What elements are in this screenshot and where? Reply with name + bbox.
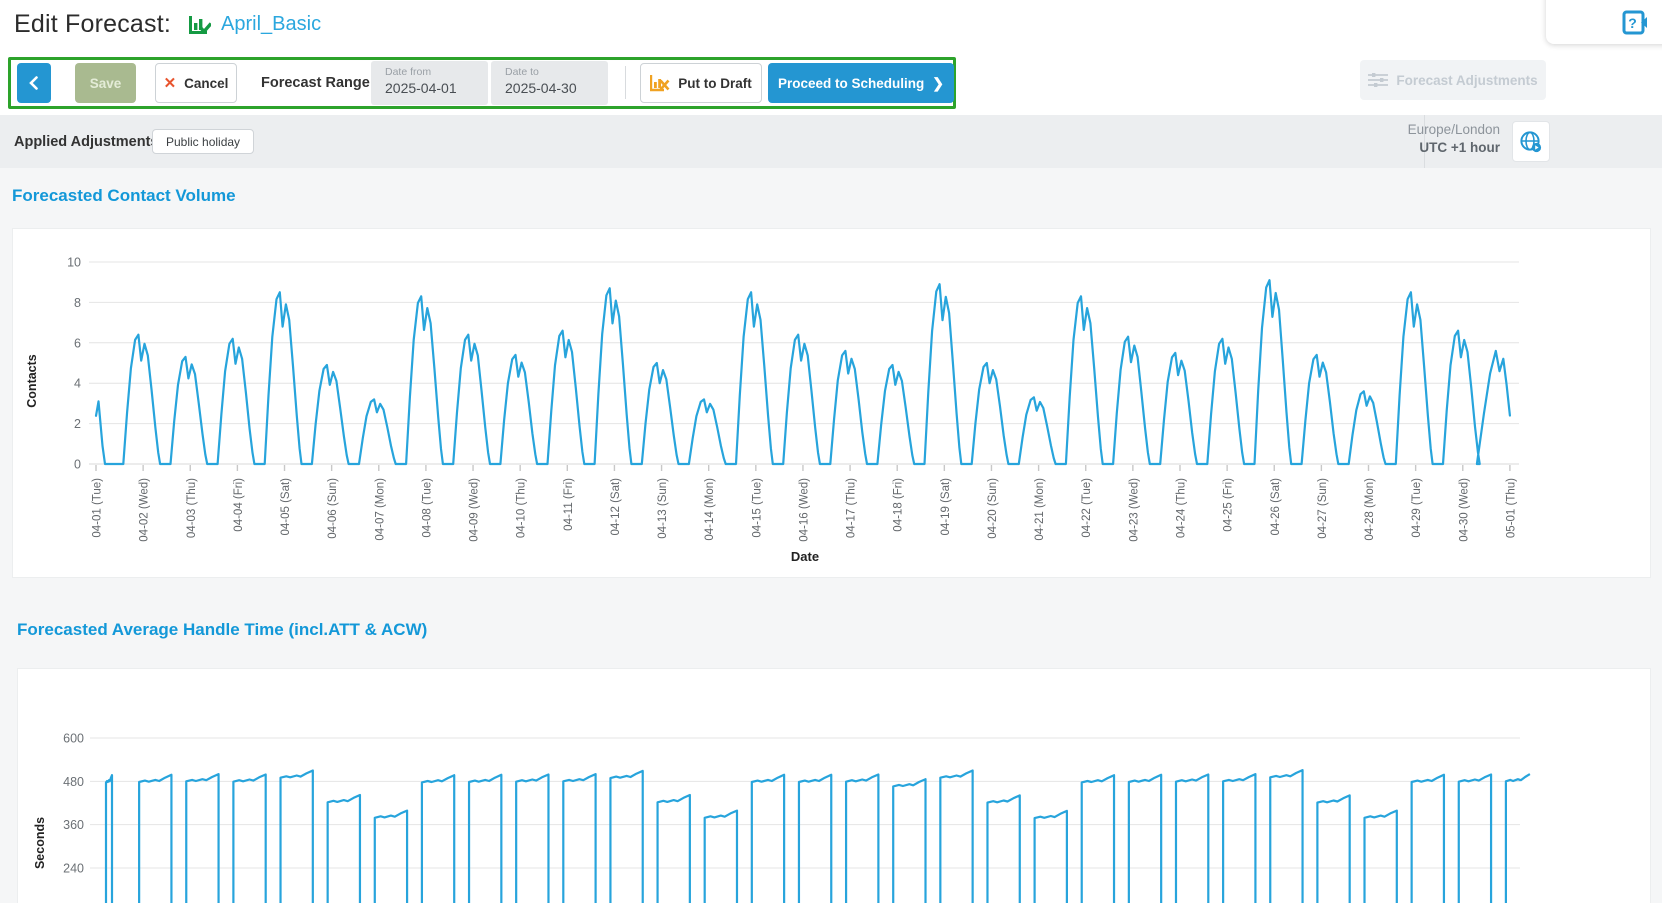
- svg-text:04-15 (Tue): 04-15 (Tue): [751, 478, 763, 538]
- svg-text:04-20 (Sun): 04-20 (Sun): [987, 478, 999, 539]
- svg-text:04-03 (Thu): 04-03 (Thu): [186, 478, 198, 538]
- contact-volume-title: Forecasted Contact Volume: [12, 186, 236, 206]
- back-button[interactable]: [17, 63, 51, 103]
- timezone-button[interactable]: [1512, 121, 1550, 162]
- svg-text:04-17 (Thu): 04-17 (Thu): [846, 478, 858, 538]
- aht-svg: 600 480 360 240 Seconds: [18, 669, 1650, 903]
- svg-text:04-07 (Mon): 04-07 (Mon): [374, 478, 386, 541]
- svg-text:04-29 (Tue): 04-29 (Tue): [1411, 478, 1423, 538]
- page-title: Edit Forecast:: [14, 10, 171, 39]
- date-to-value: 2025-04-30: [505, 80, 608, 96]
- cancel-button[interactable]: ✕ Cancel: [155, 63, 237, 103]
- svg-text:04-26 (Sat): 04-26 (Sat): [1270, 478, 1282, 536]
- svg-text:04-11 (Fri): 04-11 (Fri): [563, 478, 575, 531]
- svg-text:04-28 (Mon): 04-28 (Mon): [1364, 478, 1376, 541]
- svg-text:04-24 (Thu): 04-24 (Thu): [1175, 478, 1187, 538]
- svg-text:04-25 (Fri): 04-25 (Fri): [1223, 478, 1235, 532]
- charts-area: Forecasted Contact Volume 0 2 4 6 8 10 04-01 (…: [0, 168, 1662, 903]
- svg-text:04-21 (Mon): 04-21 (Mon): [1034, 478, 1046, 541]
- svg-text:0: 0: [74, 458, 81, 472]
- toolbar-divider: [625, 66, 626, 99]
- svg-text:04-22 (Tue): 04-22 (Tue): [1081, 478, 1093, 538]
- svg-text:2: 2: [74, 417, 81, 431]
- svg-text:04-08 (Tue): 04-08 (Tue): [421, 478, 433, 538]
- aht-title: Forecasted Average Handle Time (incl.ATT…: [17, 620, 427, 640]
- timezone-offset: UTC +1 hour: [1300, 140, 1500, 155]
- svg-text:04-05 (Sat): 04-05 (Sat): [280, 478, 292, 536]
- svg-text:600: 600: [63, 732, 84, 746]
- timezone-info: Europe/London UTC +1 hour: [1300, 122, 1500, 155]
- svg-text:05-01 (Thu): 05-01 (Thu): [1505, 478, 1517, 538]
- applied-adjustments-label: Applied Adjustments:: [14, 115, 163, 168]
- date-to-field[interactable]: Date to 2025-04-30: [491, 61, 608, 105]
- svg-text:04-13 (Sun): 04-13 (Sun): [657, 478, 669, 539]
- forecast-range-label: Forecast Range:: [261, 60, 375, 106]
- proceed-label: Proceed to Scheduling: [778, 76, 924, 91]
- cancel-x-icon: ✕: [164, 74, 177, 92]
- svg-text:04-30 (Wed): 04-30 (Wed): [1458, 478, 1470, 542]
- date-from-field[interactable]: Date from 2025-04-01: [371, 61, 488, 105]
- svg-text:480: 480: [63, 775, 84, 789]
- put-to-draft-button[interactable]: Put to Draft: [640, 63, 762, 103]
- svg-text:04-06 (Sun): 04-06 (Sun): [327, 478, 339, 539]
- sliders-icon: [1368, 72, 1388, 88]
- forecast-adjustments-label: Forecast Adjustments: [1396, 73, 1537, 88]
- globe-icon: [1519, 130, 1543, 154]
- svg-text:04-09 (Wed): 04-09 (Wed): [469, 478, 481, 542]
- svg-text:04-02 (Wed): 04-02 (Wed): [139, 478, 151, 542]
- forecast-chart-check-icon: [187, 13, 211, 37]
- chevron-right-icon: ❯: [932, 75, 944, 92]
- svg-text:04-18 (Fri): 04-18 (Fri): [893, 478, 905, 532]
- date-from-label: Date from: [385, 66, 488, 78]
- svg-text:Contacts: Contacts: [25, 354, 39, 408]
- svg-text:8: 8: [74, 296, 81, 310]
- draft-chart-x-icon: [650, 74, 670, 92]
- svg-text:04-12 (Sat): 04-12 (Sat): [610, 478, 622, 536]
- aht-chart: 600 480 360 240 Seconds: [17, 668, 1651, 903]
- forecast-adjustments-button[interactable]: Forecast Adjustments: [1360, 60, 1546, 100]
- edit-forecast-toolbar: Save ✕ Cancel Forecast Range: Date from …: [8, 57, 956, 109]
- public-holiday-chip[interactable]: Public holiday: [152, 129, 254, 154]
- applied-adjustments-bar: Applied Adjustments: Public holiday Euro…: [0, 115, 1662, 168]
- svg-text:4: 4: [74, 377, 81, 391]
- svg-text:04-16 (Wed): 04-16 (Wed): [798, 478, 810, 542]
- cancel-label: Cancel: [184, 76, 228, 91]
- svg-text:360: 360: [63, 818, 84, 832]
- put-to-draft-label: Put to Draft: [678, 76, 752, 91]
- svg-text:04-10 (Thu): 04-10 (Thu): [516, 478, 528, 538]
- svg-text:04-04 (Fri): 04-04 (Fri): [233, 478, 245, 532]
- help-icon[interactable]: ?: [1622, 10, 1648, 36]
- svg-text:04-23 (Wed): 04-23 (Wed): [1128, 478, 1140, 542]
- svg-text:04-01 (Tue): 04-01 (Tue): [92, 478, 104, 538]
- contact-volume-chart: 0 2 4 6 8 10 04-01 (Tue) 04-02 (Wed) 04-03 (Thu)…: [12, 228, 1651, 578]
- contact-volume-svg: 0 2 4 6 8 10 04-01 (Tue) 04-02 (Wed) 04-03 (Thu)…: [13, 229, 1650, 577]
- page-header: Edit Forecast: April_Basic: [14, 10, 321, 39]
- help-card: ?: [1546, 0, 1662, 44]
- svg-text:10: 10: [67, 256, 81, 270]
- svg-text:04-14 (Mon): 04-14 (Mon): [704, 478, 716, 541]
- svg-text:04-19 (Sat): 04-19 (Sat): [940, 478, 952, 536]
- timezone-region: Europe/London: [1300, 122, 1500, 137]
- svg-text:Seconds: Seconds: [33, 817, 47, 869]
- date-to-label: Date to: [505, 66, 608, 78]
- svg-text:240: 240: [63, 861, 84, 875]
- svg-text:?: ?: [1628, 15, 1637, 31]
- svg-text:Date: Date: [791, 549, 819, 564]
- forecast-name-link[interactable]: April_Basic: [221, 13, 321, 36]
- proceed-to-scheduling-button[interactable]: Proceed to Scheduling ❯: [768, 63, 954, 103]
- svg-text:04-27 (Sun): 04-27 (Sun): [1317, 478, 1329, 539]
- save-button[interactable]: Save: [75, 63, 136, 103]
- svg-text:6: 6: [74, 336, 81, 350]
- date-from-value: 2025-04-01: [385, 80, 488, 96]
- chevron-left-icon: [27, 76, 41, 90]
